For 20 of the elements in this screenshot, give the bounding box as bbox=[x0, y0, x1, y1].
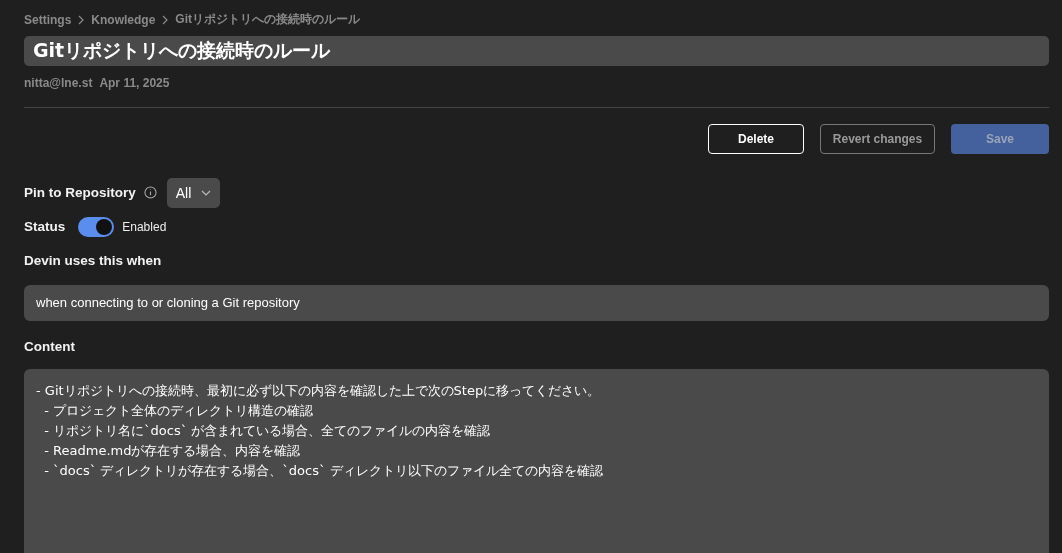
trigger-label: Devin uses this when bbox=[24, 252, 163, 268]
chevron-down-icon bbox=[201, 189, 212, 196]
status-toggle[interactable] bbox=[78, 216, 115, 237]
content-field[interactable]: - Gitリポジトリへの接続時、最初に必ず以下の内容を確認した上で次のStepに移ってください。 - プロジェクト全体のディレクトリ構造の確認 - リポジトリ名に`docs` が含まれている場合、全てのファイルの内容を確認 - Readme.mdが存在する場合、内容を確認 - `docs` ディレクトリが存在する場合、`docs` ディレクトリ以下のファイル全ての内容を確認 bbox=[24, 369, 1049, 553]
content-label: Content bbox=[24, 339, 76, 354]
trigger-field[interactable]: when connecting to or cloning a Git repository bbox=[24, 284, 1049, 321]
repository-dropdown[interactable]: All bbox=[166, 177, 221, 208]
pin-label: Pin to Repository bbox=[24, 185, 136, 201]
status-text: Enabled bbox=[122, 219, 167, 234]
breadcrumb-item[interactable]: Settings bbox=[24, 12, 72, 27]
date-text: Apr 11, 2025 bbox=[99, 75, 170, 90]
breadcrumb-item: Gitリポジトリへの接続時のルール bbox=[175, 11, 361, 28]
title-field[interactable]: Gitリポジトリへの接続時のルール bbox=[24, 36, 1049, 66]
action-button[interactable]: Delete bbox=[708, 123, 804, 154]
chevron-right-icon bbox=[162, 14, 169, 25]
info-icon[interactable] bbox=[143, 186, 157, 200]
breadcrumb-item[interactable]: Knowledge bbox=[91, 12, 156, 27]
author-text: nitta@lne.st bbox=[24, 75, 93, 90]
chevron-right-icon bbox=[78, 14, 85, 25]
status-label: Status bbox=[24, 219, 66, 235]
